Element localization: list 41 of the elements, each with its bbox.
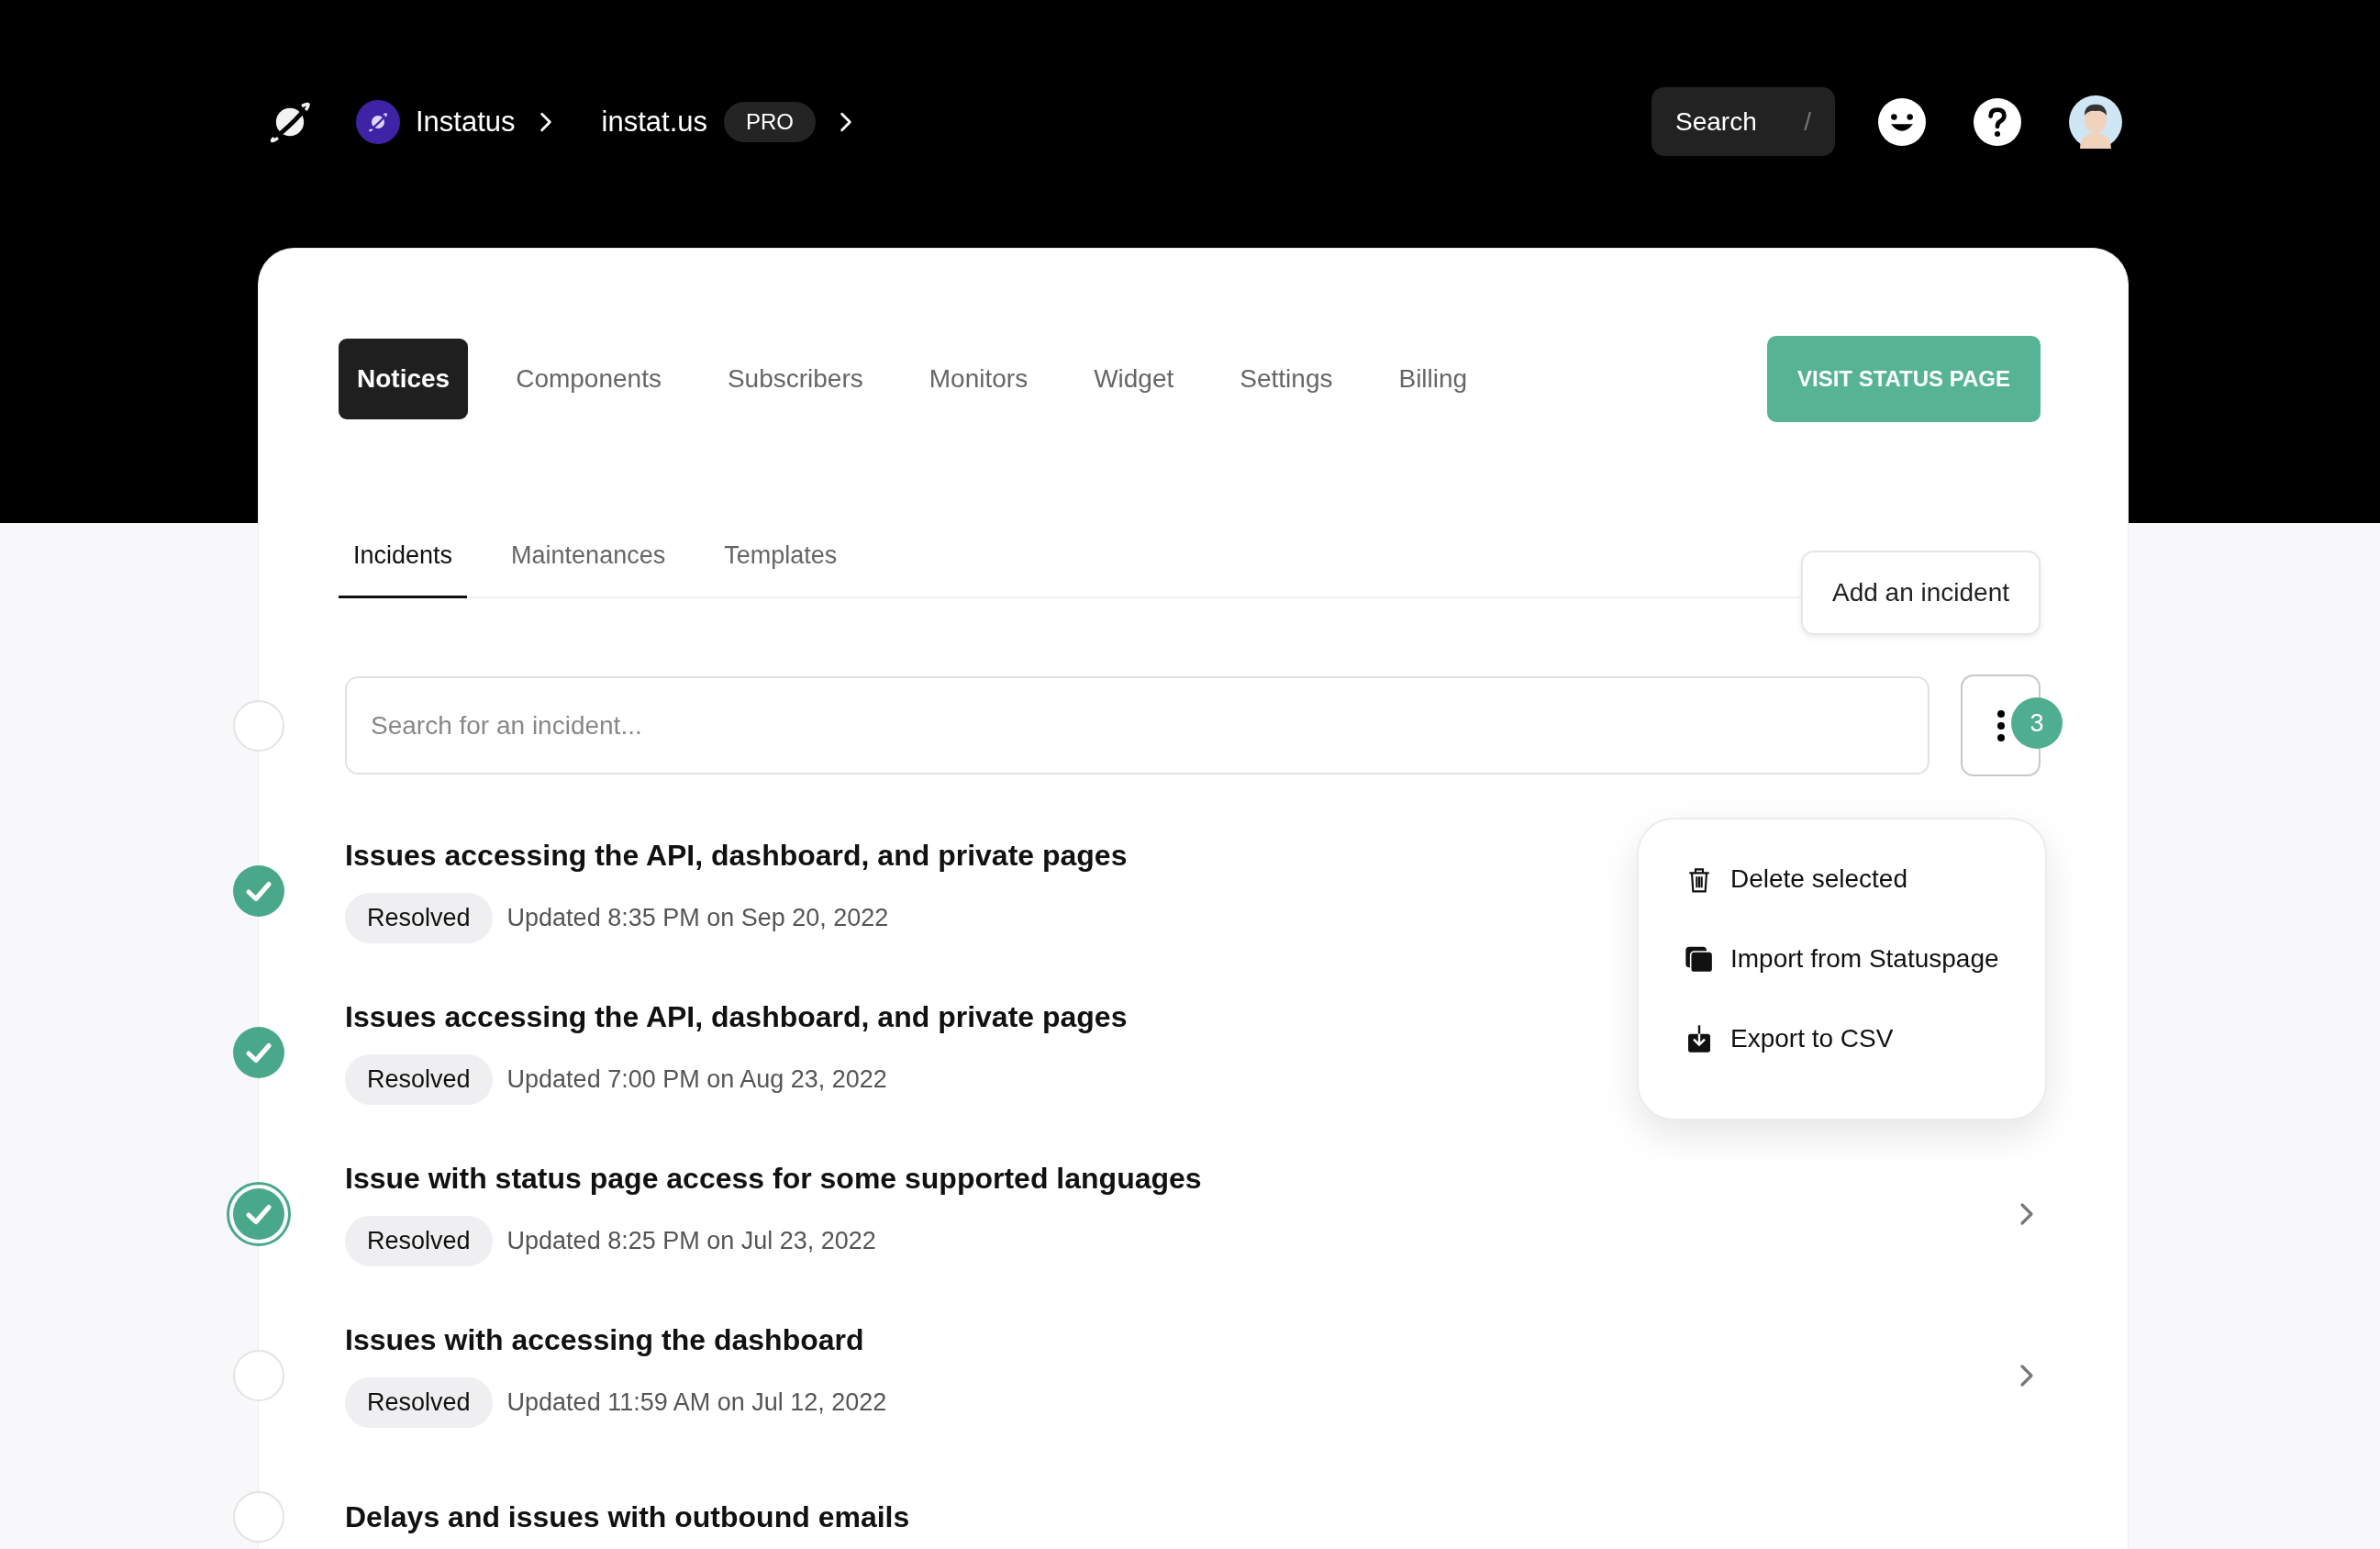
nav-tab[interactable]: Components <box>497 339 680 419</box>
status-pill: Resolved <box>345 893 493 943</box>
plan-badge: PRO <box>724 101 817 142</box>
sub-tab[interactable]: Templates <box>709 541 852 598</box>
help-icon[interactable] <box>1974 97 2021 146</box>
vertical-dots-icon <box>1996 708 2006 742</box>
breadcrumb-link[interactable]: instat.us <box>601 105 707 139</box>
incident-title[interactable]: Delays and issues with outbound emails <box>345 1499 2041 1534</box>
status-pill: Resolved <box>345 1054 493 1105</box>
checkmark-icon <box>246 1042 272 1064</box>
select-checkbox[interactable] <box>227 1182 291 1246</box>
breadcrumb-link[interactable]: Instatus <box>416 105 516 139</box>
incident-title[interactable]: Issue with status page access for some supported languages <box>345 1162 2013 1196</box>
updated-text: Updated 8:35 PM on Sep 20, 2022 <box>506 904 889 932</box>
nav-tab[interactable]: Billing <box>1380 339 1486 419</box>
smiley-icon[interactable] <box>1878 97 1926 146</box>
status-pill: Resolved <box>345 1377 493 1428</box>
nav-tab[interactable]: Notices <box>339 339 469 419</box>
checkmark-icon <box>246 1203 272 1225</box>
updated-text: Updated 11:59 AM on Jul 12, 2022 <box>506 1388 887 1417</box>
search-button[interactable]: Search / <box>1652 87 1835 156</box>
updated-text: Updated 7:00 PM on Aug 23, 2022 <box>506 1065 887 1094</box>
nav-tab[interactable]: Subscribers <box>708 339 882 419</box>
selection-count-badge: 3 <box>2011 697 2063 749</box>
nav-tab[interactable]: Monitors <box>910 339 1047 419</box>
shortcut-hint: / <box>1804 106 1811 137</box>
nav-tab[interactable]: Widget <box>1075 339 1193 419</box>
search-field[interactable]: Search for an incident... <box>345 676 1930 774</box>
menu-item[interactable]: Import from Statuspage <box>1685 943 2018 975</box>
add-incident-button[interactable]: Add an incident <box>1800 551 2041 635</box>
incident-title[interactable]: Issues with accessing the dashboard <box>345 1323 2013 1357</box>
menu-item[interactable]: Export to CSV <box>1685 1023 2018 1054</box>
menu-item[interactable]: Delete selected <box>1685 864 2018 895</box>
organization-avatar-icon <box>356 99 400 144</box>
updated-text: Updated 8:25 PM on Jul 23, 2022 <box>506 1227 876 1255</box>
sub-tab[interactable]: Maintenances <box>496 541 681 598</box>
status-pill: Resolved <box>345 1216 493 1266</box>
user-avatar-icon[interactable] <box>2069 95 2122 149</box>
sub-tab[interactable]: Incidents <box>339 541 468 598</box>
checkmark-icon <box>246 880 272 902</box>
nav-tab[interactable]: Settings <box>1221 339 1351 419</box>
